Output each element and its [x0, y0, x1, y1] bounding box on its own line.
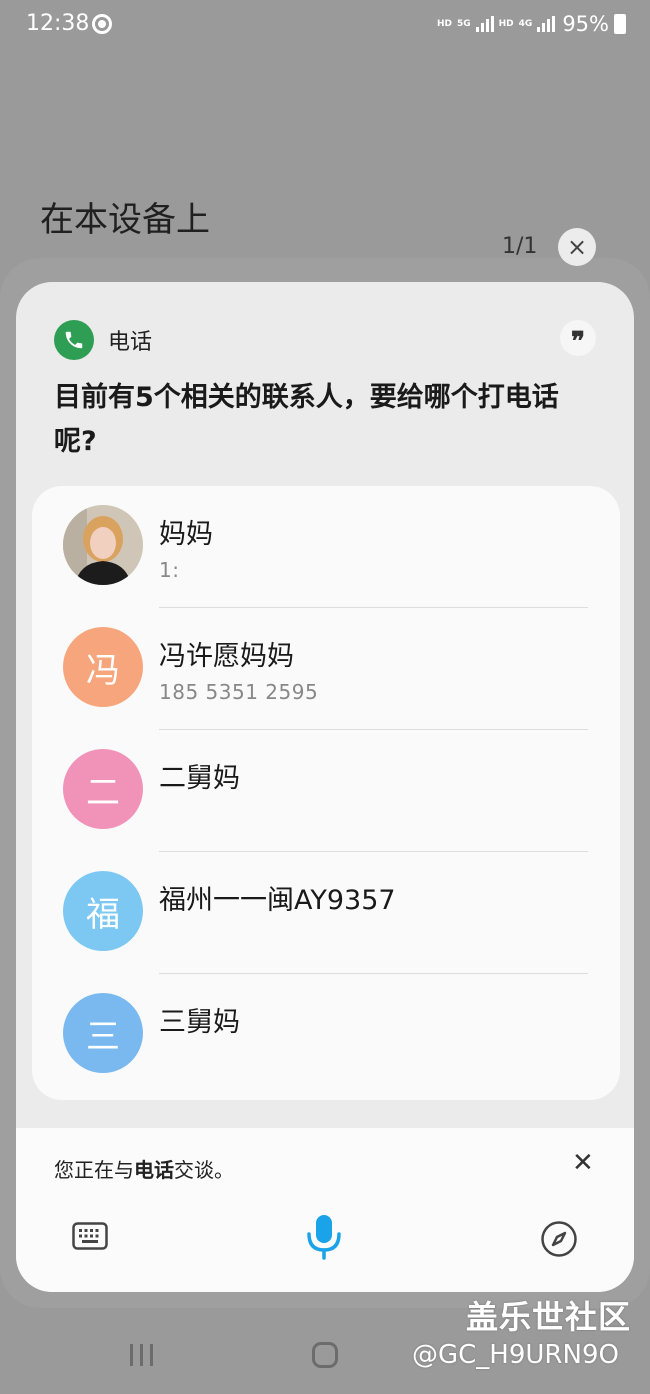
contact-number: 1:	[159, 558, 180, 582]
contact-avatar-photo	[63, 505, 143, 585]
contact-name: 福州一一闽AY9357	[159, 885, 396, 916]
status-bar: 12:38 HD 5G HD 4G 95%	[0, 0, 650, 50]
bottom-bar: 您正在与电话交谈。 ✕	[16, 1128, 634, 1292]
quote-icon[interactable]: ❞	[560, 320, 596, 356]
signal-icon-2	[537, 16, 556, 32]
watermark-title: 盖乐世社区	[466, 1298, 632, 1336]
contact-avatar: 福	[63, 871, 143, 951]
contact-row[interactable]: 福 福州一一闽AY9357	[32, 852, 620, 974]
assistant-panel: 电话 ❞ 目前有5个相关的联系人，要给哪个打电话呢? 妈妈 1: 冯 冯许愿妈妈…	[16, 282, 634, 1292]
contact-name: 三舅妈	[159, 1007, 240, 1038]
talking-prefix: 您正在与	[54, 1158, 134, 1182]
contact-avatar: 三	[63, 993, 143, 1073]
contact-avatar: 二	[63, 749, 143, 829]
assistant-prompt: 目前有5个相关的联系人，要给哪个打电话呢?	[54, 382, 559, 457]
status-time: 12:38	[26, 11, 90, 36]
contact-name: 妈妈	[159, 519, 213, 550]
recent-apps-button[interactable]	[130, 1344, 153, 1366]
phone-icon	[54, 320, 94, 360]
keyboard-icon[interactable]	[72, 1222, 108, 1250]
talking-app: 电话	[134, 1158, 174, 1182]
contact-row[interactable]: 二 二舅妈	[32, 730, 620, 852]
signal-icon	[475, 16, 494, 32]
app-name: 电话	[108, 330, 153, 355]
network-4g-label: 4G	[518, 19, 533, 29]
app-header: 电话	[54, 320, 152, 360]
status-indicators: HD 5G HD 4G 95%	[437, 12, 626, 36]
talking-status: 您正在与电话交谈。	[54, 1154, 234, 1183]
hd-label: HD	[436, 19, 452, 29]
battery-percent: 95%	[562, 12, 609, 36]
hd-label-2: HD	[498, 19, 514, 29]
close-icon[interactable]: ✕	[572, 1148, 594, 1178]
app-notification-icon	[92, 14, 112, 34]
compass-icon[interactable]	[540, 1220, 578, 1258]
contact-name: 冯许愿妈妈	[159, 641, 294, 672]
contact-name: 二舅妈	[159, 763, 240, 794]
dismiss-button[interactable]: ×	[558, 228, 596, 266]
page-indicator: 1/1	[502, 234, 538, 259]
home-button[interactable]	[312, 1342, 338, 1368]
contact-list: 妈妈 1: 冯 冯许愿妈妈 185 5351 2595 二 二舅妈 福 福州一一…	[32, 486, 620, 1100]
battery-icon	[614, 14, 626, 34]
contact-number: 185 5351 2595	[159, 680, 319, 704]
talking-suffix: 交谈。	[174, 1158, 234, 1182]
watermark-handle: @GC_H9URN9O	[412, 1340, 619, 1370]
microphone-icon[interactable]	[305, 1214, 343, 1260]
contact-row[interactable]: 妈妈 1:	[32, 486, 620, 608]
contact-row[interactable]: 冯 冯许愿妈妈 185 5351 2595	[32, 608, 620, 730]
contact-avatar: 冯	[63, 627, 143, 707]
context-title: 在本设备上	[40, 200, 210, 240]
network-5g-label: 5G	[456, 19, 471, 29]
contact-row[interactable]: 三 三舅妈	[32, 974, 620, 1096]
